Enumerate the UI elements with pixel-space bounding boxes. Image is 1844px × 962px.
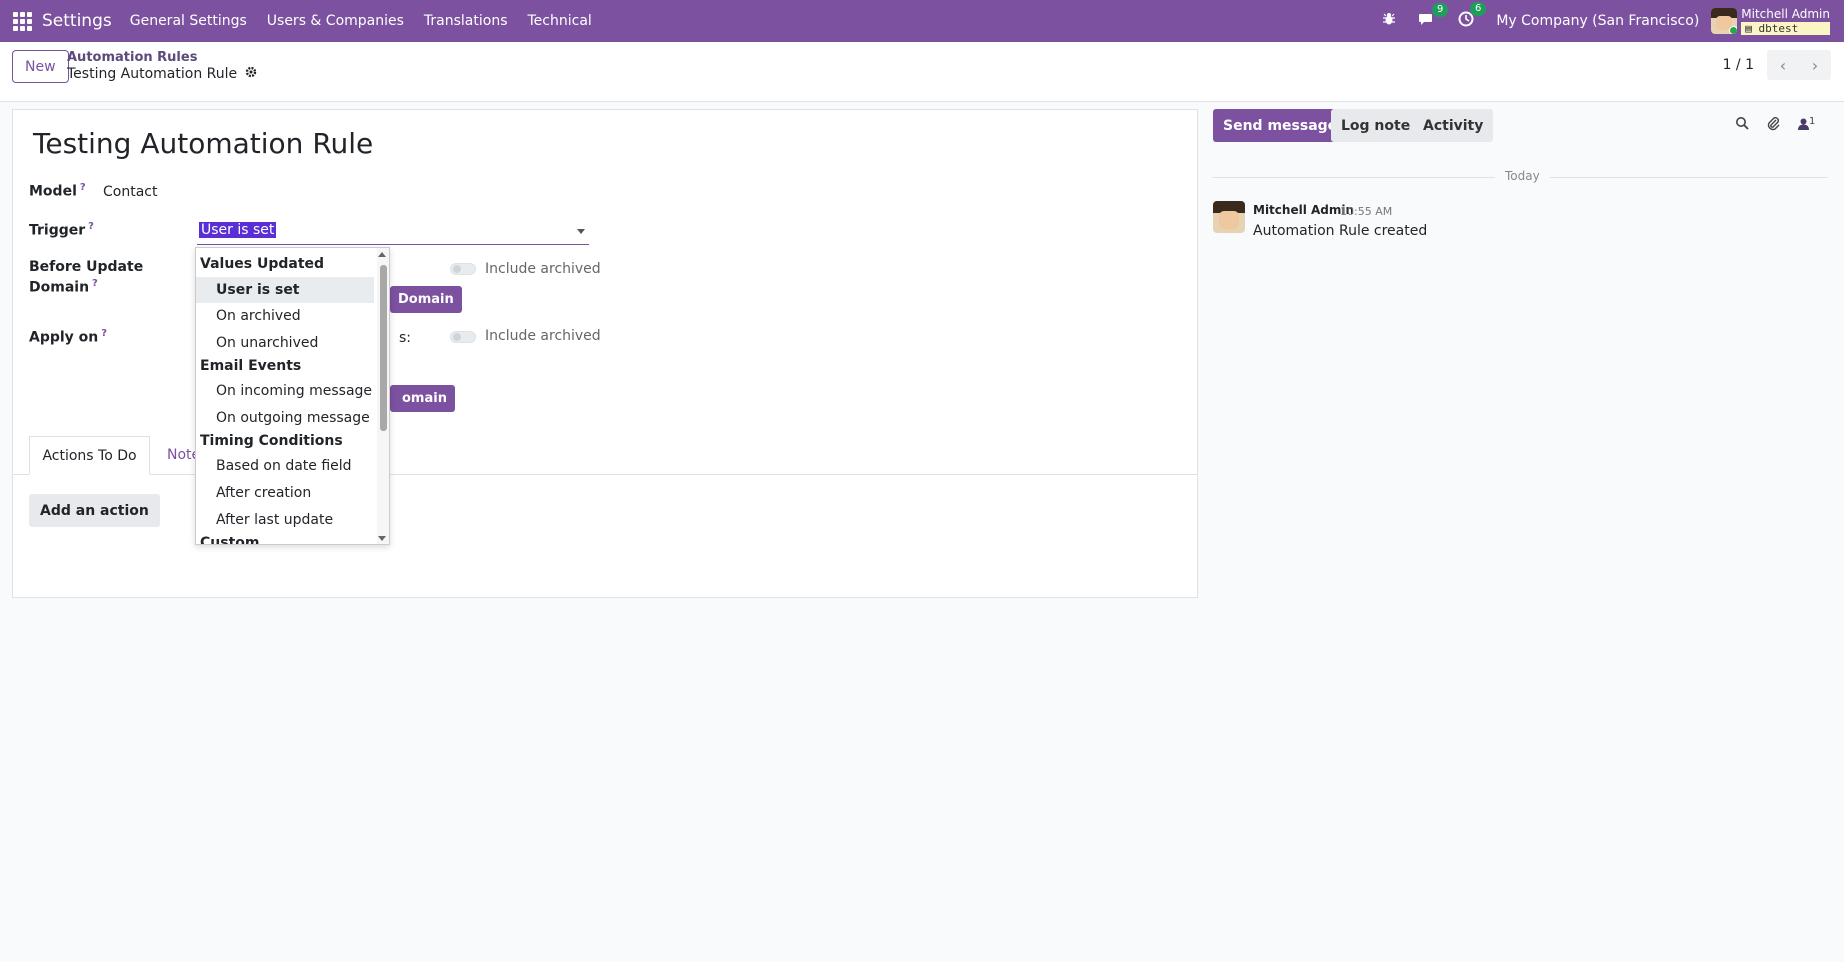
message-time: 10:55 AM — [1340, 205, 1393, 218]
before-update-label-line1: Before Update — [29, 259, 144, 275]
messages-icon[interactable]: 9 — [1418, 2, 1449, 31]
control-panel: New Automation Rules Testing Automation … — [0, 42, 1844, 102]
debug-bug-icon[interactable] — [1382, 12, 1396, 30]
model-value: Contact — [103, 184, 158, 200]
breadcrumb-parent[interactable]: Automation Rules — [67, 50, 197, 65]
menu-users-companies[interactable]: Users & Companies — [267, 13, 404, 29]
dropdown-group-timing-conditions: Timing Conditions — [200, 433, 343, 449]
include-archived-label-1: Include archived — [485, 261, 601, 277]
message-author-avatar[interactable] — [1213, 201, 1245, 233]
user-icon — [1798, 116, 1809, 134]
top-navbar: Settings General Settings Users & Compan… — [0, 0, 1844, 42]
apply-on-label: Apply on? — [29, 328, 107, 346]
database-name: ▤ dbtest — [1741, 21, 1830, 35]
trigger-select[interactable]: User is set — [197, 221, 589, 245]
before-update-label-line2: Domain — [29, 279, 90, 296]
help-tooltip-icon[interactable]: ? — [92, 278, 98, 289]
model-label: Model? — [29, 182, 86, 200]
dropdown-item-on-unarchived[interactable]: On unarchived — [196, 330, 374, 356]
scroll-up-arrow-icon[interactable] — [378, 252, 386, 257]
add-action-button[interactable]: Add an action — [29, 494, 160, 527]
tab-actions-to-do[interactable]: Actions To Do — [29, 436, 150, 475]
app-name[interactable]: Settings — [42, 11, 112, 31]
trigger-label-text: Trigger — [29, 222, 86, 239]
dropdown-item-based-on-date-field[interactable]: Based on date field — [196, 453, 374, 479]
user-menu[interactable]: Mitchell Admin ▤ dbtest — [1711, 6, 1830, 35]
search-icon[interactable] — [1735, 116, 1749, 134]
chevron-right-icon: › — [1811, 55, 1819, 75]
dropdown-group-custom: Custom — [200, 535, 260, 545]
trigger-dropdown[interactable]: Values Updated User is set On archived O… — [195, 247, 390, 545]
activity-button[interactable]: Activity — [1413, 109, 1494, 142]
scroll-down-arrow-icon[interactable] — [378, 536, 386, 541]
menu-general-settings[interactable]: General Settings — [130, 13, 247, 29]
followers-button[interactable]: 1 — [1798, 116, 1815, 134]
include-archived-toggle-1[interactable] — [450, 263, 476, 275]
message-body: Automation Rule created — [1253, 223, 1428, 239]
activities-clock-icon[interactable]: 6 — [1458, 2, 1487, 31]
database-label: dbtest — [1758, 21, 1799, 35]
breadcrumb-current-label: Testing Automation Rule — [67, 66, 238, 82]
trigger-label: Trigger? — [29, 221, 94, 239]
menu-translations[interactable]: Translations — [424, 13, 508, 29]
paperclip-icon[interactable] — [1766, 116, 1780, 135]
activities-badge: 6 — [1469, 2, 1487, 16]
gear-icon[interactable] — [245, 66, 257, 82]
dropdown-item-on-outgoing-message[interactable]: On outgoing message — [196, 405, 374, 431]
dropdown-item-on-incoming-message[interactable]: On incoming message — [196, 378, 374, 404]
include-archived-label-2: Include archived — [485, 328, 601, 344]
match-records-fragment: s: — [399, 330, 412, 346]
pager-value[interactable]: 1 / 1 — [1723, 57, 1754, 73]
new-button[interactable]: New — [12, 50, 69, 83]
user-name: Mitchell Admin — [1741, 6, 1830, 21]
breadcrumb-current: Testing Automation Rule — [67, 66, 257, 82]
model-label-text: Model — [29, 183, 77, 200]
dropdown-item-after-last-update[interactable]: After last update — [196, 507, 374, 533]
help-tooltip-icon[interactable]: ? — [101, 328, 107, 339]
dropdown-group-email-events: Email Events — [200, 358, 302, 374]
apply-on-label-text: Apply on — [29, 329, 99, 346]
dropdown-group-values-updated: Values Updated — [200, 256, 325, 272]
scrollbar-thumb[interactable] — [380, 265, 387, 431]
chevron-down-icon — [577, 229, 585, 234]
form-sheet: Testing Automation Rule Model? Contact T… — [12, 109, 1198, 598]
help-tooltip-icon[interactable]: ? — [88, 221, 94, 232]
pager-previous-button[interactable]: ‹ — [1767, 50, 1799, 80]
database-icon: ▤ — [1745, 21, 1759, 35]
chatter-panel: Send message Log note Activity 1 Today M… — [1208, 102, 1844, 962]
trigger-selected-text: User is set — [199, 222, 277, 238]
menu-technical[interactable]: Technical — [528, 13, 592, 29]
dropdown-item-after-creation[interactable]: After creation — [196, 480, 374, 506]
log-note-button[interactable]: Log note — [1331, 109, 1421, 142]
before-update-domain-label: Before Update Domain? — [29, 259, 143, 296]
followers-count: 1 — [1809, 116, 1816, 127]
help-tooltip-icon[interactable]: ? — [80, 182, 86, 193]
user-avatar — [1711, 8, 1738, 34]
apps-menu-icon[interactable] — [0, 0, 44, 42]
edit-domain-button-1[interactable]: Domain — [390, 286, 462, 313]
record-title[interactable]: Testing Automation Rule — [33, 127, 373, 160]
messages-badge: 9 — [1431, 2, 1449, 17]
include-archived-toggle-2[interactable] — [450, 331, 476, 343]
dropdown-item-on-archived[interactable]: On archived — [196, 303, 374, 329]
pager-next-button[interactable]: › — [1799, 50, 1831, 80]
dropdown-scrollbar[interactable] — [377, 248, 389, 544]
tabs-divider — [13, 474, 1197, 475]
send-message-button[interactable]: Send message — [1213, 109, 1348, 142]
dropdown-item-user-is-set[interactable]: User is set — [196, 277, 374, 303]
message-author[interactable]: Mitchell Admin — [1253, 203, 1354, 217]
day-label: Today — [1495, 169, 1550, 183]
chevron-left-icon: ‹ — [1779, 55, 1787, 75]
company-switcher[interactable]: My Company (San Francisco) — [1496, 13, 1699, 29]
edit-domain-button-2[interactable]: omain — [390, 385, 455, 412]
